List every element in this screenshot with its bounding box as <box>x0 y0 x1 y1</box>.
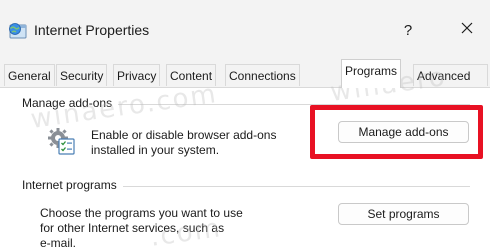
tab-content-label: Content <box>170 69 213 83</box>
tab-general[interactable]: General <box>4 64 55 86</box>
title-bar: Internet Properties ? <box>0 0 490 56</box>
internet-programs-description-line1: Choose the programs you want to use <box>40 206 243 220</box>
window-title: Internet Properties <box>34 22 150 38</box>
internet-programs-group-label: Internet programs <box>22 178 123 192</box>
manage-addons-description-line1: Enable or disable browser add-ons <box>91 128 277 142</box>
tab-connections-label: Connections <box>229 69 296 83</box>
addons-checklist-icon <box>46 126 76 156</box>
tab-privacy[interactable]: Privacy <box>113 64 161 86</box>
tab-security-label: Security <box>60 69 104 83</box>
internet-programs-description-line2: for other Internet services, such as <box>40 221 225 235</box>
tab-general-label: General <box>8 69 51 83</box>
highlight-box <box>310 105 483 159</box>
set-programs-button-label: Set programs <box>367 207 440 221</box>
tab-connections[interactable]: Connections <box>225 64 300 86</box>
tab-content[interactable]: Content <box>166 64 217 86</box>
tab-programs-label: Programs <box>345 64 398 78</box>
tab-security[interactable]: Security <box>56 64 108 86</box>
internet-properties-window: Internet Properties ? General Security P… <box>0 0 490 248</box>
tab-privacy-label: Privacy <box>117 69 157 83</box>
tab-advanced-label: Advanced <box>417 69 471 83</box>
internet-globe-icon <box>8 22 28 40</box>
tab-programs[interactable]: Programs <box>341 59 402 88</box>
set-programs-button[interactable]: Set programs <box>338 203 469 225</box>
close-icon <box>461 21 473 39</box>
manage-addons-description-line2: installed in your system. <box>91 143 220 157</box>
tab-advanced[interactable]: Advanced <box>413 64 488 86</box>
close-button[interactable] <box>448 16 486 44</box>
tab-strip: General Security Privacy Content Connect… <box>0 56 490 88</box>
manage-addons-group-label: Manage add-ons <box>22 96 119 110</box>
internet-programs-description-line3: e-mail. <box>40 236 77 248</box>
help-button[interactable]: ? <box>391 16 425 44</box>
help-button-label: ? <box>403 21 413 39</box>
